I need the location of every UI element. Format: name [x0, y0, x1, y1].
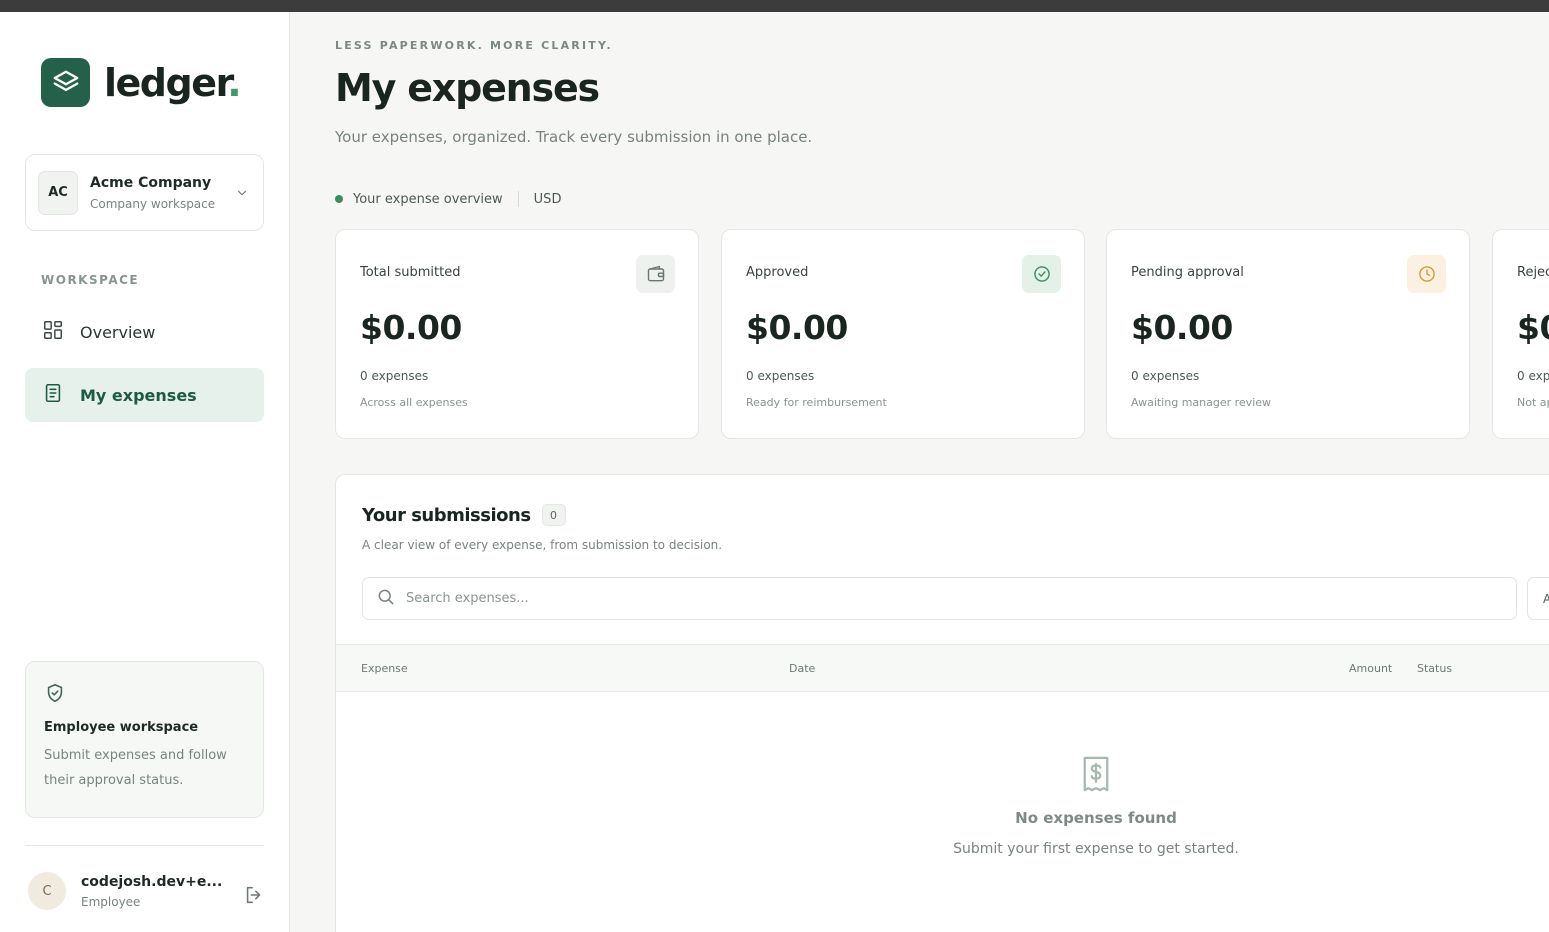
stat-note: Ready for reimbursement	[746, 396, 887, 409]
workspace-subtitle: Company workspace	[90, 196, 216, 211]
receipt-dollar-icon	[336, 755, 1549, 793]
chevron-down-icon	[235, 185, 249, 204]
empty-state: No expenses found Submit your first expe…	[336, 755, 1549, 857]
search-icon	[376, 587, 396, 611]
sidebar-item-overview[interactable]: Overview	[25, 305, 264, 359]
sidebar-section-label: WORKSPACE	[41, 273, 140, 287]
stat-count: 0 expenses	[1131, 369, 1200, 383]
sidebar-item-label: My expenses	[80, 385, 197, 405]
status-filter-select[interactable]: A	[1527, 577, 1549, 620]
user-role: Employee	[81, 894, 141, 909]
user-profile[interactable]: C codejosh.dev+e... Employee	[28, 872, 222, 910]
shield-check-icon	[44, 683, 66, 708]
search-input[interactable]	[406, 591, 1306, 606]
stat-value: $0	[1517, 308, 1549, 347]
stat-note: Awaiting manager review	[1131, 396, 1272, 409]
stat-note: Across all expenses	[360, 396, 468, 409]
clock-icon	[1407, 255, 1446, 293]
stat-count: 0 expenses	[360, 369, 429, 383]
status-dot	[335, 195, 343, 203]
check-circle-icon	[1022, 255, 1061, 293]
stat-card-pending-approval: Pending approval $0.00 0 expenses Awaiti…	[1106, 229, 1470, 439]
empty-state-subtitle: Submit your first expense to get started…	[953, 841, 1239, 857]
column-header-status[interactable]: Status	[1417, 662, 1452, 675]
stat-value: $0.00	[1131, 308, 1233, 347]
app-logo[interactable]: ledger.	[41, 58, 242, 107]
column-header-expense[interactable]: Expense	[361, 662, 408, 675]
submissions-title: Your submissions	[362, 504, 531, 526]
stat-card-total-submitted: Total submitted $0.00 0 expenses Across …	[335, 229, 699, 439]
main-content: LESS PAPERWORK. MORE CLARITY. My expense…	[290, 12, 1549, 932]
layers-icon	[41, 58, 90, 107]
filter-label: A	[1543, 592, 1549, 606]
stat-value: $0.00	[746, 308, 848, 347]
overview-status: Your expense overview USD	[335, 191, 561, 207]
workspace-avatar: AC	[38, 170, 78, 215]
window-top-bar	[0, 0, 1549, 12]
wallet-icon	[636, 255, 675, 293]
stat-label: Total submitted	[360, 265, 461, 280]
stat-card-rejected: Rejec $0 0 exp Not ap	[1492, 229, 1549, 439]
submissions-description: A clear view of every expense, from subm…	[362, 538, 723, 552]
page-subtitle: Your expenses, organized. Track every su…	[335, 128, 813, 146]
stat-card-approved: Approved $0.00 0 expenses Ready for reim…	[721, 229, 1085, 439]
currency-label: USD	[533, 191, 562, 207]
submissions-count-badge: 0	[541, 504, 566, 526]
submissions-panel: Your submissions 0 A clear view of every…	[335, 474, 1549, 932]
sidebar-divider	[25, 845, 264, 846]
column-header-amount[interactable]: Amount	[1349, 662, 1392, 675]
column-header-date[interactable]: Date	[789, 662, 815, 675]
workspace-switcher[interactable]: AC Acme Company Company workspace	[25, 154, 264, 231]
sidebar-item-my-expenses[interactable]: My expenses	[25, 368, 264, 422]
logout-icon[interactable]	[243, 884, 265, 910]
app-name: ledger.	[104, 60, 242, 105]
sidebar: ledger. AC Acme Company Company workspac…	[0, 12, 290, 932]
info-card-title: Employee workspace	[44, 720, 199, 735]
overview-label: Your expense overview	[353, 191, 503, 207]
employee-workspace-card: Employee workspace Submit expenses and f…	[25, 661, 264, 818]
search-box[interactable]	[362, 577, 1517, 620]
info-card-text: Submit expenses and follow their approva…	[44, 748, 227, 788]
avatar: C	[28, 872, 66, 910]
stat-label: Pending approval	[1131, 265, 1244, 280]
stat-count: 0 exp	[1517, 369, 1549, 383]
stat-count: 0 expenses	[746, 369, 815, 383]
sidebar-item-label: Overview	[80, 322, 156, 342]
empty-state-title: No expenses found	[1015, 809, 1177, 827]
receipt-icon	[42, 382, 64, 408]
page-eyebrow: LESS PAPERWORK. MORE CLARITY.	[335, 39, 613, 52]
stat-value: $0.00	[360, 308, 462, 347]
stat-note: Not ap	[1517, 396, 1549, 409]
divider	[517, 191, 519, 207]
user-name: codejosh.dev+e...	[81, 873, 223, 890]
page-title: My expenses	[335, 66, 600, 110]
stat-label: Rejec	[1517, 265, 1549, 280]
stat-label: Approved	[746, 265, 809, 280]
workspace-name: Acme Company	[90, 174, 212, 191]
table-header: Expense Date Amount Status	[336, 644, 1549, 692]
grid-icon	[42, 319, 64, 345]
